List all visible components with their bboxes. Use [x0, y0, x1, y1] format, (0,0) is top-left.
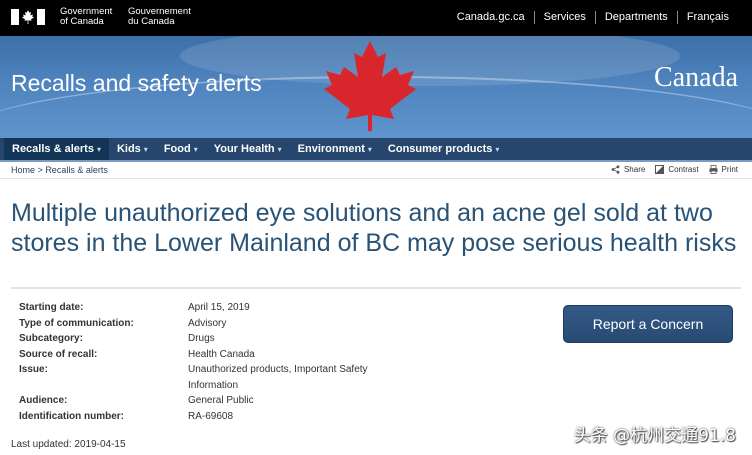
share-button[interactable]: Share: [611, 165, 645, 174]
breadcrumb-current[interactable]: Recalls & alerts: [45, 165, 108, 175]
main-nav: Recalls & alerts ▾ Kids ▾ Food ▾ Your Healt…: [0, 138, 752, 160]
nav-item-food[interactable]: Food ▾: [156, 138, 206, 160]
breadcrumb-home[interactable]: Home: [11, 165, 35, 175]
breadcrumb-divider: [0, 178, 752, 179]
share-icon: [611, 165, 620, 174]
government-of-canada-label[interactable]: Government of Canada: [60, 7, 120, 27]
detail-value: Health Canada: [188, 348, 255, 360]
print-icon: [709, 165, 718, 174]
contrast-icon: [655, 165, 665, 174]
share-label: Share: [623, 165, 646, 174]
detail-value: Drugs: [188, 333, 215, 344]
nav-item-kids[interactable]: Kids ▾: [109, 138, 156, 160]
top-links: Canada.gc.ca Services Departments França…: [448, 11, 738, 24]
page-tools: Share Contrast Print: [601, 165, 738, 174]
dropdown-indicator-icon: ▾: [495, 145, 500, 154]
site-title[interactable]: Recalls and safety alerts: [11, 70, 262, 97]
detail-value: General Public: [188, 395, 254, 406]
print-button[interactable]: Print: [709, 165, 738, 174]
detail-label: Issue:: [19, 364, 48, 375]
page-title: Multiple unauthorized eye solutions and …: [11, 199, 737, 257]
francais-link[interactable]: Français: [676, 11, 738, 24]
maple-leaf-icon: [324, 41, 416, 131]
detail-label: Audience:: [19, 395, 68, 406]
detail-value: Unauthorized products, Important Safety …: [188, 364, 368, 391]
canada-flag-icon: [11, 9, 45, 25]
nav-item-your-health[interactable]: Your Health ▾: [206, 138, 290, 160]
departments-link[interactable]: Departments: [594, 11, 677, 24]
detail-label: Subcategory:: [19, 333, 83, 344]
dropdown-indicator-icon: ▾: [193, 145, 198, 154]
breadcrumb-separator: >: [37, 165, 43, 175]
dropdown-indicator-icon: ▾: [367, 145, 372, 154]
nav-divider: [0, 160, 752, 162]
detail-value: RA-69608: [188, 410, 234, 422]
detail-value: April 15, 2019: [188, 302, 250, 313]
nav-item-consumer-products[interactable]: Consumer products ▾: [380, 138, 508, 160]
contrast-label: Contrast: [668, 165, 699, 174]
site-banner: Recalls and safety alerts Canada: [0, 36, 752, 138]
last-updated: Last updated: 2019-04-15: [11, 439, 126, 450]
breadcrumb: Home > Recalls & alerts: [11, 165, 108, 175]
dropdown-indicator-icon: ▾: [277, 145, 282, 154]
services-link[interactable]: Services: [533, 11, 595, 24]
detail-label: Type of communication:: [19, 317, 134, 329]
government-header: Government of Canada Gouvernement du Can…: [0, 0, 752, 36]
canada-gc-ca-link[interactable]: Canada.gc.ca: [448, 11, 534, 24]
nav-item-recalls-alerts[interactable]: Recalls & alerts ▾: [4, 138, 109, 160]
nav-item-environment[interactable]: Environment ▾: [290, 138, 380, 160]
canada-wordmark: Canada: [654, 62, 738, 93]
detail-label: Source of recall:: [19, 348, 98, 360]
detail-label: Starting date:: [19, 302, 84, 313]
source-watermark: 头条 @杭州交通91.8: [573, 426, 736, 446]
dropdown-indicator-icon: ▾: [96, 145, 101, 154]
detail-value: Advisory: [188, 317, 227, 329]
gouvernement-du-canada-label[interactable]: Gouvernement du Canada: [128, 7, 198, 27]
print-label: Print: [721, 165, 738, 174]
detail-label: Identification number:: [19, 410, 124, 422]
contrast-button[interactable]: Contrast: [655, 165, 699, 174]
report-a-concern-button[interactable]: Report a Concern: [563, 305, 733, 343]
dropdown-indicator-icon: ▾: [143, 145, 148, 154]
title-divider: [11, 287, 741, 289]
